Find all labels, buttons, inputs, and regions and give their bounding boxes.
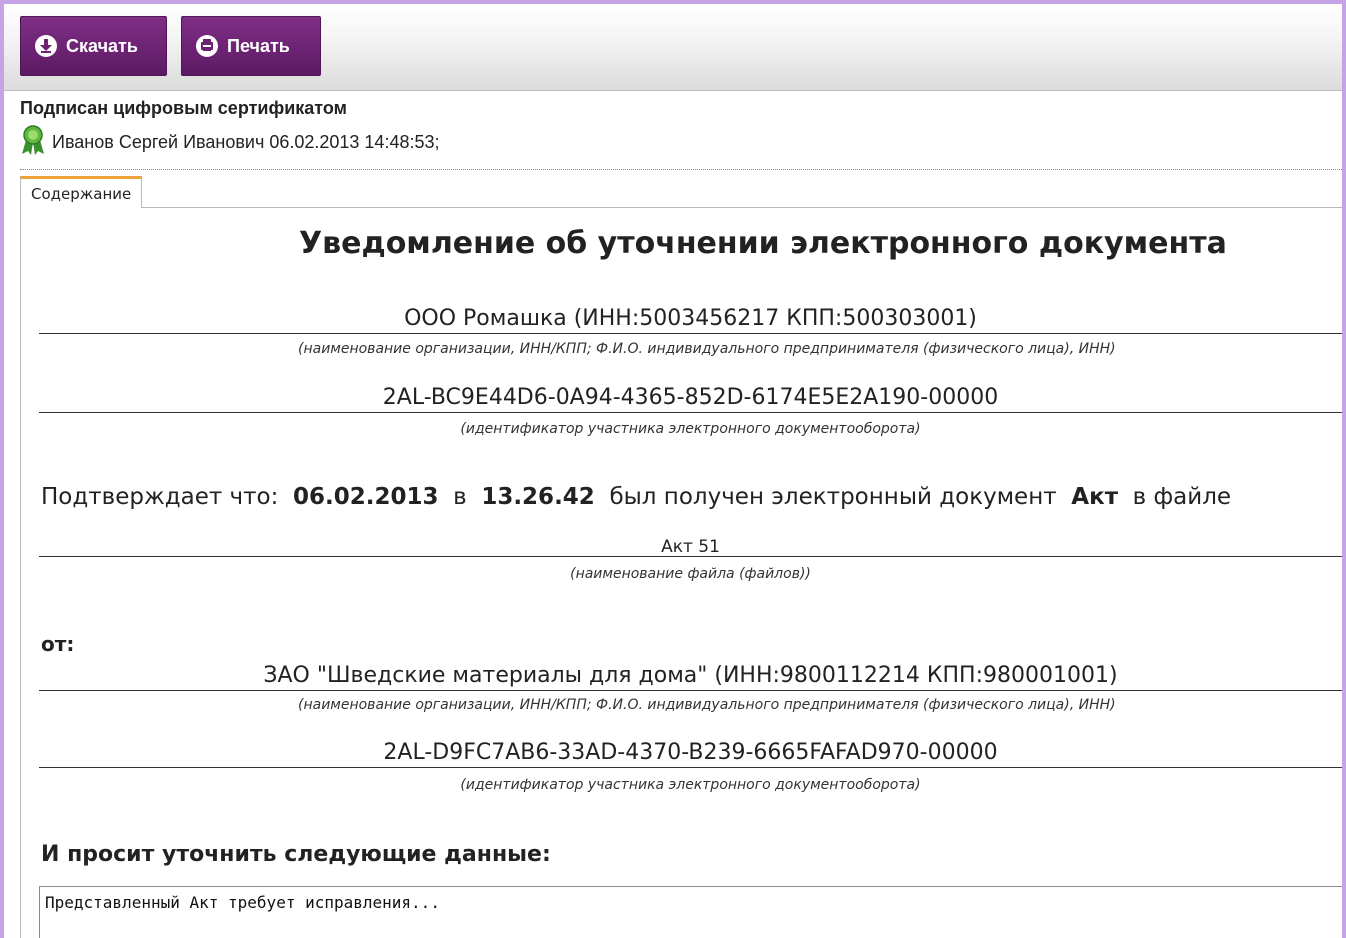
sender-name-line (39, 690, 1342, 691)
award-ribbon-icon (20, 124, 46, 161)
confirm-in: в (453, 484, 467, 510)
signature-title: Подписан цифровым сертификатом (20, 98, 347, 118)
sender-name: ЗАО "Шведские материалы для дома" (ИНН:9… (263, 663, 1118, 688)
confirm-sentence: Подтверждает что: 06.02.2013 в 13.26.42 … (41, 484, 1231, 510)
sender-id-line (39, 767, 1342, 768)
confirm-date: 06.02.2013 (292, 484, 439, 510)
print-label: Печать (227, 35, 290, 56)
sender-id: 2AL-D9FC7AB6-33AD-4370-B239-6665FAFAD970… (383, 740, 998, 765)
recipient-id-hint: (идентификатор участника электронного до… (460, 421, 921, 437)
request-label: И просит уточнить следующие данные: (41, 842, 551, 867)
request-textarea[interactable]: Представленный Акт требует исправления..… (39, 886, 1342, 938)
recipient-id: 2AL-BC9E44D6-0A94-4365-852D-6174E5E2A190… (382, 385, 999, 410)
recipient-name-hint: (наименование организации, ИНН/КПП; Ф.И.… (298, 341, 1116, 357)
print-button[interactable]: Печать (181, 16, 321, 76)
toolbar: Скачать Печать (4, 4, 1342, 91)
file-name-line (39, 556, 1342, 557)
document-title: Уведомление об уточнении электронного до… (299, 226, 1227, 261)
download-label: Скачать (66, 35, 138, 56)
recipient-id-line (39, 412, 1342, 413)
download-icon (35, 35, 57, 57)
confirm-received: был получен электронный документ (609, 484, 1057, 510)
sender-id-hint: (идентификатор участника электронного до… (460, 777, 921, 793)
confirm-doc-type: Акт (1071, 484, 1119, 510)
sender-name-hint: (наименование организации, ИНН/КПП; Ф.И.… (298, 697, 1116, 713)
recipient-name-line (39, 333, 1342, 334)
file-name: Акт 51 (661, 537, 720, 557)
separator (20, 169, 1342, 170)
recipient-name: ООО Ромашка (ИНН:5003456217 КПП:50030300… (404, 306, 977, 331)
confirm-in-file: в файле (1132, 484, 1232, 510)
confirm-time: 13.26.42 (481, 484, 595, 510)
app-frame: Скачать Печать Подписан цифровым сертифи… (0, 0, 1346, 938)
tab-content[interactable]: Содержание (20, 176, 143, 208)
tab-content-label: Содержание (31, 184, 132, 203)
signer-row: Иванов Сергей Иванович 06.02.2013 14:48:… (20, 124, 440, 161)
confirm-prefix: Подтверждает что: (41, 484, 279, 510)
download-button[interactable]: Скачать (20, 16, 167, 76)
signer-text: Иванов Сергей Иванович 06.02.2013 14:48:… (52, 131, 440, 152)
file-name-hint: (наименование файла (файлов)) (570, 566, 811, 582)
print-icon (196, 35, 218, 57)
from-label: от: (41, 632, 75, 656)
